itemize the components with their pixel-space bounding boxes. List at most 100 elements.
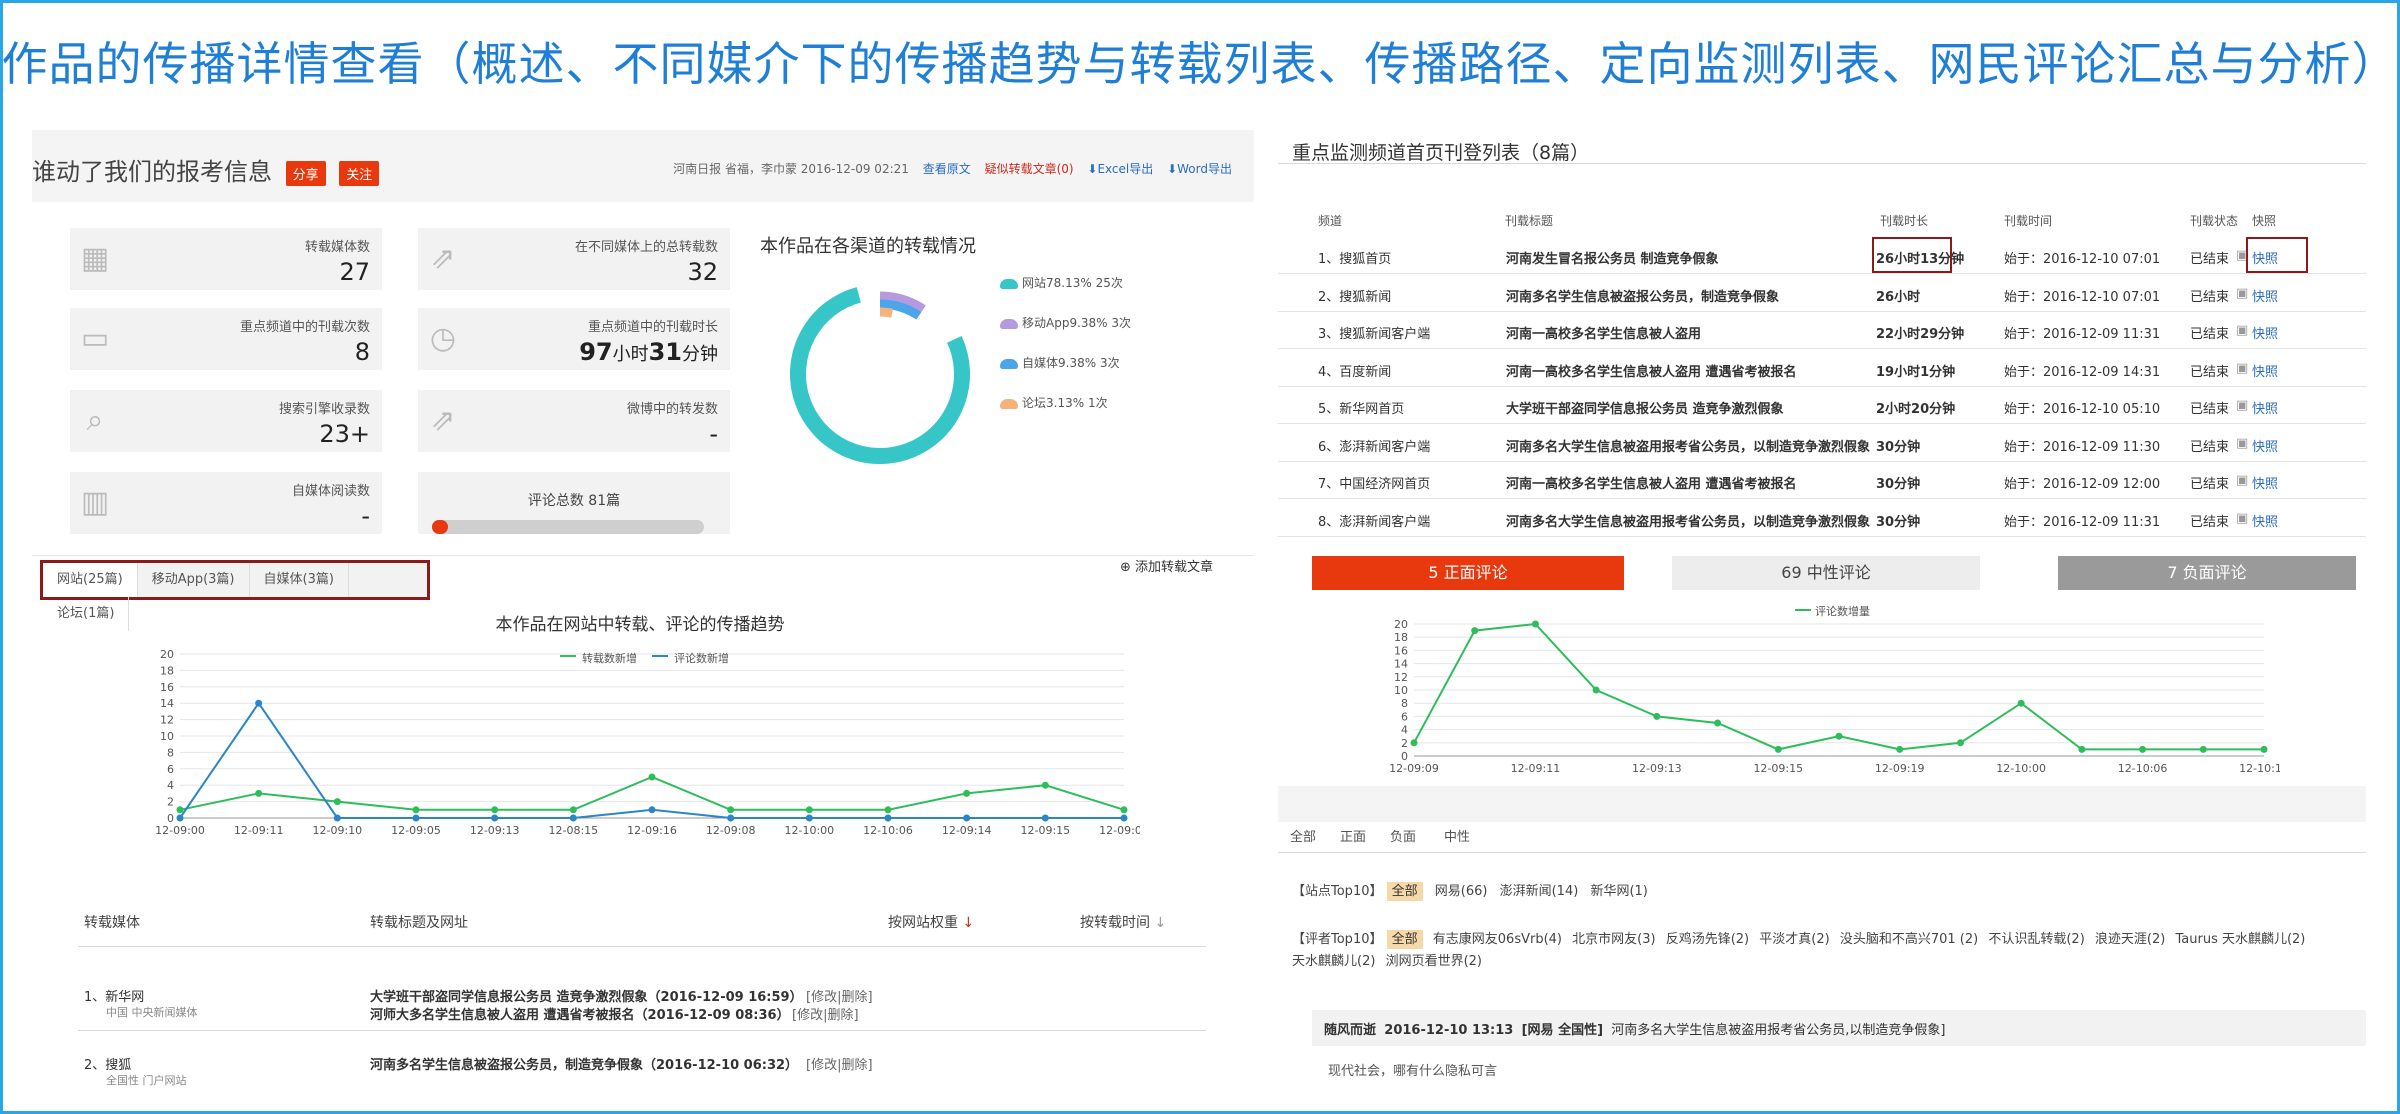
page-title: 作品的传播详情查看（概述、不同媒介下的传播趋势与转载列表、传播路径、定向监测列表… [1, 37, 2399, 91]
tab-negative[interactable]: 负面 [1390, 826, 1416, 845]
author-filter-all[interactable]: 全部 [1386, 930, 1423, 949]
author-filter-item[interactable]: 浏网页看世界(2) [1386, 954, 1482, 969]
author-filter-item[interactable]: 有志康网友06sVrb(4) [1433, 932, 1562, 947]
row-link[interactable]: 河南多名学生信息被盗报公务员，制造竞争假象（2016-12-10 06:32） [370, 1054, 798, 1073]
add-article-button[interactable]: ⊕ 添加转载文章 [1120, 556, 1213, 575]
author-filter-item[interactable]: 天水麒麟儿(2) [1292, 954, 1375, 969]
row-link[interactable]: 河师大多名学生信息被人盗用 遭遇省考被报名（2016-12-09 08:36） [370, 1004, 790, 1023]
monitor-cell-title[interactable]: 河南多名大学生信息被盗用报考省公务员，以制造竞争激烈假象 [1506, 511, 1870, 530]
monitor-cell-title[interactable]: 河南一高校多名学生信息被人盗用 遭遇省考被报名 [1506, 361, 1797, 380]
data-point [2017, 699, 2025, 707]
stat-label: 自媒体阅读数 [291, 484, 370, 499]
tab-wemedia[interactable]: 自媒体(3篇) [250, 563, 349, 597]
tab-all[interactable]: 全部 [1290, 826, 1316, 845]
site-filter-all[interactable]: 全部 [1386, 882, 1423, 901]
data-point [2199, 745, 2207, 753]
monitor-cell-title[interactable]: 大学班干部盗同学信息报公务员 造竞争激烈假象 [1506, 398, 1784, 417]
author-filter-item[interactable]: 平淡才真(2) [1759, 932, 1829, 947]
donut-slice [790, 287, 970, 464]
y-tick-label: 2 [1401, 737, 1408, 750]
stat-card-weibo: ⇗ 微博中的转发数 - [418, 390, 730, 452]
snapshot-link[interactable]: 快照 [2252, 361, 2278, 380]
monitor-cell-dur: 2小时20分钟 [1876, 402, 1956, 417]
view-original-link[interactable]: 查看原文 [923, 162, 971, 176]
tab-neutral[interactable]: 中性 [1444, 826, 1470, 845]
sort-by-time[interactable]: 按转载时间 ↓ [1080, 912, 1166, 932]
row-link[interactable]: 大学班干部盗同学信息报公务员 造竞争激烈假象（2016-12-09 16:59） [370, 986, 803, 1005]
snapshot-link[interactable]: 快照 [2252, 398, 2278, 417]
pie-title: 本作品在各渠道的转载情况 [760, 236, 976, 257]
positive-comments-button[interactable]: 5 正面评论 [1312, 556, 1624, 590]
snapshot-link[interactable]: 快照 [2252, 323, 2278, 342]
monitor-cell-dur: 30分钟 [1876, 477, 1921, 492]
stat-label: 微博中的转发数 [626, 402, 718, 417]
y-tick-label: 6 [167, 763, 174, 776]
monitor-cell-time: 始于：2016-12-09 11:31 [2004, 514, 2161, 530]
monitor-row: 2、搜狐新闻 河南多名学生信息被盗报公务员，制造竞争假象 26小时 始于：2016-1… [1278, 274, 2366, 312]
x-tick-label: 12-09:15 [1020, 824, 1070, 837]
x-tick-label: 12-09:19 [1875, 762, 1925, 775]
snapshot-link[interactable]: 快照 [2252, 436, 2278, 455]
col-channel: 频道 [1318, 214, 1343, 228]
monitor-row: 4、百度新闻 河南一高校多名学生信息被人盗用 遭遇省考被报名 19小时1分钟 始于：2… [1278, 349, 2366, 387]
author-filter-item[interactable]: 反鸡汤先锋(2) [1666, 932, 1749, 947]
monitor-cell-status: 已结束 [2190, 289, 2230, 305]
site-filter-item[interactable]: 网易(66) [1435, 884, 1488, 899]
tab-website[interactable]: 网站(25篇) [43, 563, 138, 597]
tab-positive[interactable]: 正面 [1340, 826, 1366, 845]
monitor-cell-title[interactable]: 河南多名大学生信息被盗用报考省公务员，以制造竞争激烈假象 [1506, 436, 1870, 455]
tab-forum[interactable]: 论坛(1篇) [43, 597, 130, 631]
building-icon: ▦ [80, 241, 110, 276]
edit-delete-link[interactable]: [修改|删除] [806, 1054, 873, 1073]
sort-by-weight[interactable]: 按网站权重 ↓ [888, 912, 974, 932]
author-filter-item[interactable]: 没头脑和不高兴701 (2) [1840, 932, 1978, 947]
image-icon: ▣ [2236, 285, 2249, 301]
col-media: 转载媒体 [84, 915, 140, 931]
data-point [1120, 806, 1128, 814]
data-point [412, 806, 420, 814]
author-filter-item[interactable]: 不认识乱转载(2) [1988, 932, 2084, 947]
donut-slice [879, 307, 893, 318]
negative-comments-button[interactable]: 7 负面评论 [2058, 556, 2356, 590]
share-tag[interactable]: 分享 [285, 160, 326, 186]
author-filter-item[interactable]: Taurus 天水麒麟儿(2) [2175, 932, 2305, 947]
snapshot-link[interactable]: 快照 [2252, 473, 2278, 492]
x-tick-label: 12-09:13 [1632, 762, 1682, 775]
snapshot-link[interactable]: 快照 [2252, 511, 2278, 530]
data-point [1896, 745, 1904, 753]
stat-card-total-reprints: ⇗ 在不同媒体上的总转载数 32 [418, 228, 730, 290]
edit-delete-link[interactable]: [修改|删除] [806, 986, 873, 1005]
search-doc-icon: ⌕ [86, 403, 104, 438]
snapshot-link[interactable]: 快照 [2252, 286, 2278, 305]
arrow-down-icon: ↓ [958, 915, 975, 931]
site-filter-item[interactable]: 新华网(1) [1590, 884, 1647, 899]
data-point [1120, 814, 1128, 822]
follow-tag[interactable]: 关注 [339, 160, 380, 186]
comment-article[interactable]: 河南多名大学生信息被盗用报考省公务员,以制造竞争假象] [1611, 1023, 1945, 1038]
neutral-comments-button[interactable]: 69 中性评论 [1672, 556, 1980, 590]
monitor-cell-title[interactable]: 河南发生冒名报公务员 制造竞争假象 [1506, 248, 1719, 267]
word-export-link[interactable]: ⬇Word导出 [1167, 162, 1232, 176]
x-tick-label: 12-09:08 [706, 824, 756, 837]
monitor-cell-status: 已结束 [2190, 514, 2230, 530]
monitor-cell-title[interactable]: 河南多名学生信息被盗报公务员，制造竞争假象 [1506, 286, 1779, 305]
suspected-reprint-link[interactable]: 疑似转载文章(0) [985, 162, 1074, 176]
data-point [1956, 739, 1964, 747]
author-filter-item[interactable]: 浪迹天涯(2) [2095, 932, 2165, 947]
excel-export-link[interactable]: ⬇Excel导出 [1087, 162, 1153, 176]
monitor-cell-time: 始于：2016-12-10 07:01 [2004, 252, 2161, 267]
monitor-cell-title[interactable]: 河南一高校多名学生信息被人盗用 [1506, 323, 1701, 342]
legend-repost: 转载数新增 [582, 652, 637, 665]
y-tick-label: 20 [160, 648, 174, 661]
share-icon: ⇗ [430, 403, 456, 438]
monitor-cell-title[interactable]: 河南一高校多名学生信息被人盗用 遭遇省考被报名 [1506, 473, 1797, 492]
comment-line-chart: 0246810121416182012-09:09 12-09:11 12-09:1… [1389, 609, 2280, 775]
edit-delete-link[interactable]: [修改|删除] [792, 1004, 859, 1023]
stat-label: 搜索引擎收录数 [278, 402, 370, 417]
author-filter-item[interactable]: 北京市网友(3) [1572, 932, 1655, 947]
site-filter-item[interactable]: 澎湃新闻(14) [1500, 884, 1579, 899]
stat-label: 重点频道中的刊载次数 [239, 320, 370, 335]
y-tick-label: 8 [1401, 697, 1408, 710]
article-title: 谁动了我们的报考信息 [32, 158, 272, 186]
tab-mobile-app[interactable]: 移动App(3篇) [138, 563, 250, 597]
